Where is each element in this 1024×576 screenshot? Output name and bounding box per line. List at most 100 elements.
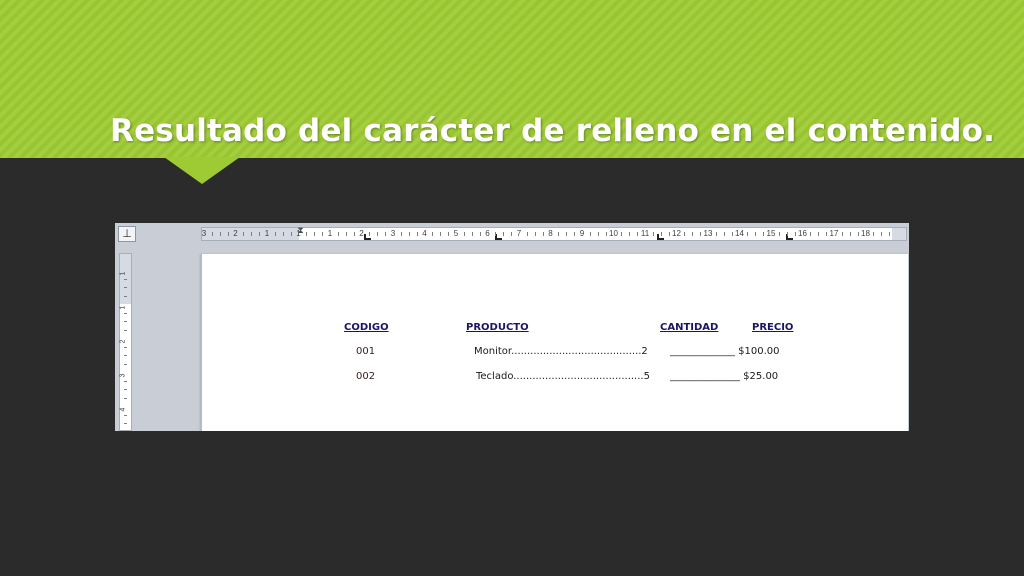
vruler-number: 1	[119, 305, 127, 310]
vruler-tick	[124, 355, 127, 356]
ruler-tick	[219, 232, 221, 236]
ruler-tick	[345, 232, 347, 236]
ruler-number: 2	[233, 229, 238, 238]
ruler-tick	[747, 232, 749, 236]
ruler-number: 1	[264, 229, 270, 238]
ruler-number: 16	[798, 229, 807, 238]
ruler-tick	[337, 232, 339, 236]
vruler-tick	[124, 414, 127, 416]
ruler-tick	[385, 232, 387, 236]
ruler-number: 7	[516, 229, 522, 238]
vruler-number: 2	[119, 339, 127, 344]
ruler-tick	[542, 232, 544, 236]
vruler-tick	[124, 278, 127, 280]
vruler-number: 4	[119, 407, 127, 412]
ruler-tick	[227, 232, 229, 236]
ruler-tick	[526, 232, 528, 236]
ruler-tick	[652, 232, 654, 236]
ruler-tick	[589, 232, 591, 236]
ruler-tick	[794, 232, 796, 236]
tab-selector-button[interactable]: ⊥	[118, 226, 136, 242]
vruler-number: 1	[119, 271, 127, 276]
row-producto-leader: Teclado.................................…	[476, 371, 650, 382]
ruler-tick	[597, 232, 599, 236]
vruler-tick	[124, 346, 127, 348]
ruler-tick	[621, 232, 623, 236]
horizontal-ruler[interactable]: 3 2 1 1 1 2 3 4 5 6 7 8 9 10 11 12 13 14 15 16 17 18	[201, 227, 907, 241]
ruler-tick	[211, 232, 213, 236]
ruler-tick	[408, 232, 410, 236]
ruler-tick	[495, 232, 497, 236]
ruler-tick	[479, 232, 481, 236]
ruler-tick	[558, 232, 560, 236]
ruler-tick	[511, 232, 513, 236]
ruler-tick	[274, 232, 276, 236]
ruler-tick	[503, 232, 505, 236]
banner-pointer	[164, 157, 240, 184]
ruler-tick	[668, 232, 670, 236]
row-codigo: 001	[356, 346, 376, 357]
vruler-tick	[124, 312, 127, 314]
ruler-tick	[873, 232, 875, 236]
ruler-tick	[881, 232, 883, 236]
indent-marker-icon[interactable]: ⧗	[297, 226, 304, 242]
ruler-tick	[755, 232, 757, 236]
ruler-number: 17	[829, 229, 839, 238]
ruler-tick	[566, 232, 568, 236]
ruler-tick	[369, 232, 371, 236]
ruler-tick	[432, 232, 434, 236]
ruler-tick	[243, 232, 245, 236]
ruler-number: 12	[672, 229, 681, 238]
ruler-tick	[715, 232, 717, 236]
slide-title: Resultado del carácter de relleno en el …	[110, 113, 996, 149]
ruler-right-margin	[892, 228, 906, 240]
ruler-tick	[778, 232, 780, 236]
ruler-number: 4	[422, 229, 427, 238]
ruler-tick	[818, 232, 820, 236]
ruler-tick	[629, 232, 631, 236]
row-producto-leader: Monitor.................................…	[474, 346, 648, 357]
vruler-tick	[124, 295, 127, 297]
ruler-number: 10	[609, 229, 618, 238]
ruler-tick	[290, 232, 292, 236]
ruler-tick	[763, 232, 765, 236]
ruler-tick	[471, 232, 473, 236]
ruler-tick	[416, 232, 418, 236]
ruler-tick	[448, 232, 450, 236]
ruler-number: 9	[579, 229, 585, 238]
header-precio: PRECIO	[752, 322, 794, 333]
ruler-number: 8	[548, 229, 553, 238]
ruler-tick	[259, 232, 261, 236]
ruler-tick	[849, 232, 851, 236]
ruler-tick	[857, 232, 859, 236]
ruler-tick	[282, 232, 284, 236]
ruler-number: 3	[390, 229, 396, 238]
ruler-tick	[377, 232, 379, 236]
ruler-tick	[400, 232, 402, 236]
ruler-tick	[826, 232, 828, 236]
vruler-tick	[124, 363, 127, 365]
vruler-tick	[124, 329, 127, 331]
ruler-tick	[684, 232, 686, 236]
ruler-tick	[463, 232, 465, 236]
ruler-tick	[314, 232, 316, 236]
ruler-tick	[889, 232, 891, 236]
ruler-tick	[786, 232, 788, 236]
vruler-tick	[124, 287, 127, 288]
ruler-tick	[841, 232, 843, 236]
ruler-tick	[574, 232, 576, 236]
ruler-tick	[306, 232, 308, 236]
ruler-tick	[353, 232, 355, 236]
vertical-ruler[interactable]: 1 1 2 3 4	[119, 253, 132, 431]
row-codigo: 002	[356, 371, 376, 382]
ruler-number: 15	[766, 229, 776, 238]
ruler-tick	[731, 232, 733, 236]
ruler-tick	[700, 232, 702, 236]
ruler-tick	[605, 232, 607, 236]
ruler-number: 13	[703, 229, 713, 238]
ruler-tick	[810, 232, 812, 236]
vruler-tick	[124, 321, 127, 322]
ruler-tick	[723, 232, 725, 236]
document-page[interactable]: CODIGO PRODUCTO CANTIDAD PRECIO 001 Moni…	[201, 254, 908, 431]
header-cantidad: CANTIDAD	[660, 322, 719, 333]
